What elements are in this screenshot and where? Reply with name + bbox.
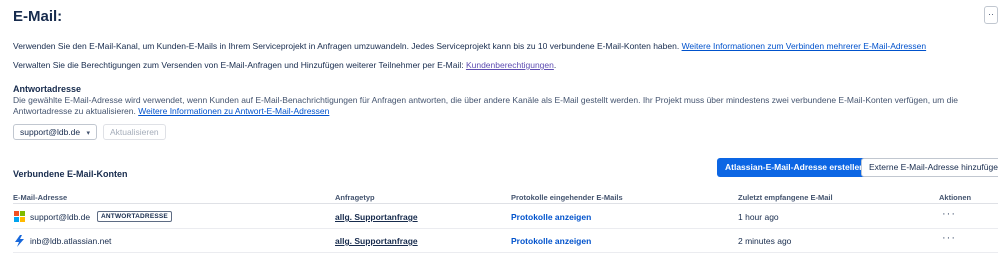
microsoft-icon bbox=[14, 211, 25, 222]
reply-address-heading: Antwortadresse bbox=[13, 84, 82, 94]
reply-address-value: support@ldb.de bbox=[20, 127, 81, 137]
permissions-paragraph: Verwalten Sie die Berechtigungen zum Ver… bbox=[13, 60, 556, 70]
atlassian-icon bbox=[14, 235, 25, 247]
intro-text: Verwenden Sie den E-Mail-Kanal, um Kunde… bbox=[13, 41, 682, 51]
column-header-logs: Protokolle eingehender E-Mails bbox=[511, 193, 623, 202]
row-1-request-type-link[interactable]: allg. Supportanfrage bbox=[335, 212, 418, 222]
row-1-actions-button[interactable]: ··· bbox=[942, 208, 956, 220]
row-divider bbox=[13, 252, 998, 253]
row-2-actions-button[interactable]: ··· bbox=[942, 232, 956, 244]
chevron-down-icon: ▾ bbox=[86, 130, 91, 137]
column-header-type: Anfragetyp bbox=[335, 193, 375, 202]
row-1-view-logs-link[interactable]: Protokolle anzeigen bbox=[511, 212, 591, 222]
permissions-text: Verwalten Sie die Berechtigungen zum Ver… bbox=[13, 60, 466, 70]
table-header-divider bbox=[13, 203, 998, 204]
row-2-view-logs-link[interactable]: Protokolle anzeigen bbox=[511, 236, 591, 246]
row-divider bbox=[13, 228, 998, 229]
permissions-end: . bbox=[553, 60, 557, 70]
reply-address-select[interactable]: support@ldb.de ▾ bbox=[13, 124, 98, 140]
customer-permissions-link[interactable]: Kundenberechtigungen bbox=[466, 60, 554, 70]
page-title: E-Mail: bbox=[13, 8, 63, 25]
column-header-last: Zuletzt empfangene E-Mail bbox=[738, 193, 833, 202]
row-2-last-received: 2 minutes ago bbox=[738, 236, 792, 246]
connected-accounts-heading: Verbundene E-Mail-Konten bbox=[13, 169, 128, 179]
row-2-request-type-link[interactable]: allg. Supportanfrage bbox=[335, 236, 418, 246]
row-1-last-received: 1 hour ago bbox=[738, 212, 779, 222]
row-1-email: support@ldb.de bbox=[30, 212, 91, 222]
more-options-button[interactable]: ·· bbox=[984, 6, 998, 24]
reply-address-info-link[interactable]: Weitere Informationen zu Antwort-E-Mail-… bbox=[138, 106, 329, 116]
column-header-email: E-Mail-Adresse bbox=[13, 193, 68, 202]
add-external-email-button[interactable]: Externe E-Mail-Adresse hinzufügen bbox=[861, 158, 998, 177]
create-atlassian-email-button[interactable]: Atlassian-E-Mail-Adresse erstellen bbox=[717, 158, 873, 177]
row-2-email: inb@ldb.atlassian.net bbox=[30, 236, 112, 246]
update-button[interactable]: Aktualisieren bbox=[103, 124, 166, 140]
column-header-actions: Aktionen bbox=[939, 193, 972, 202]
reply-address-description: Die gewählte E-Mail-Adresse wird verwend… bbox=[13, 95, 998, 117]
reply-address-badge: ANTWORTADRESSE bbox=[97, 211, 172, 222]
intro-paragraph: Verwenden Sie den E-Mail-Kanal, um Kunde… bbox=[13, 41, 926, 51]
connect-multiple-link[interactable]: Weitere Informationen zum Verbinden mehr… bbox=[682, 41, 927, 51]
